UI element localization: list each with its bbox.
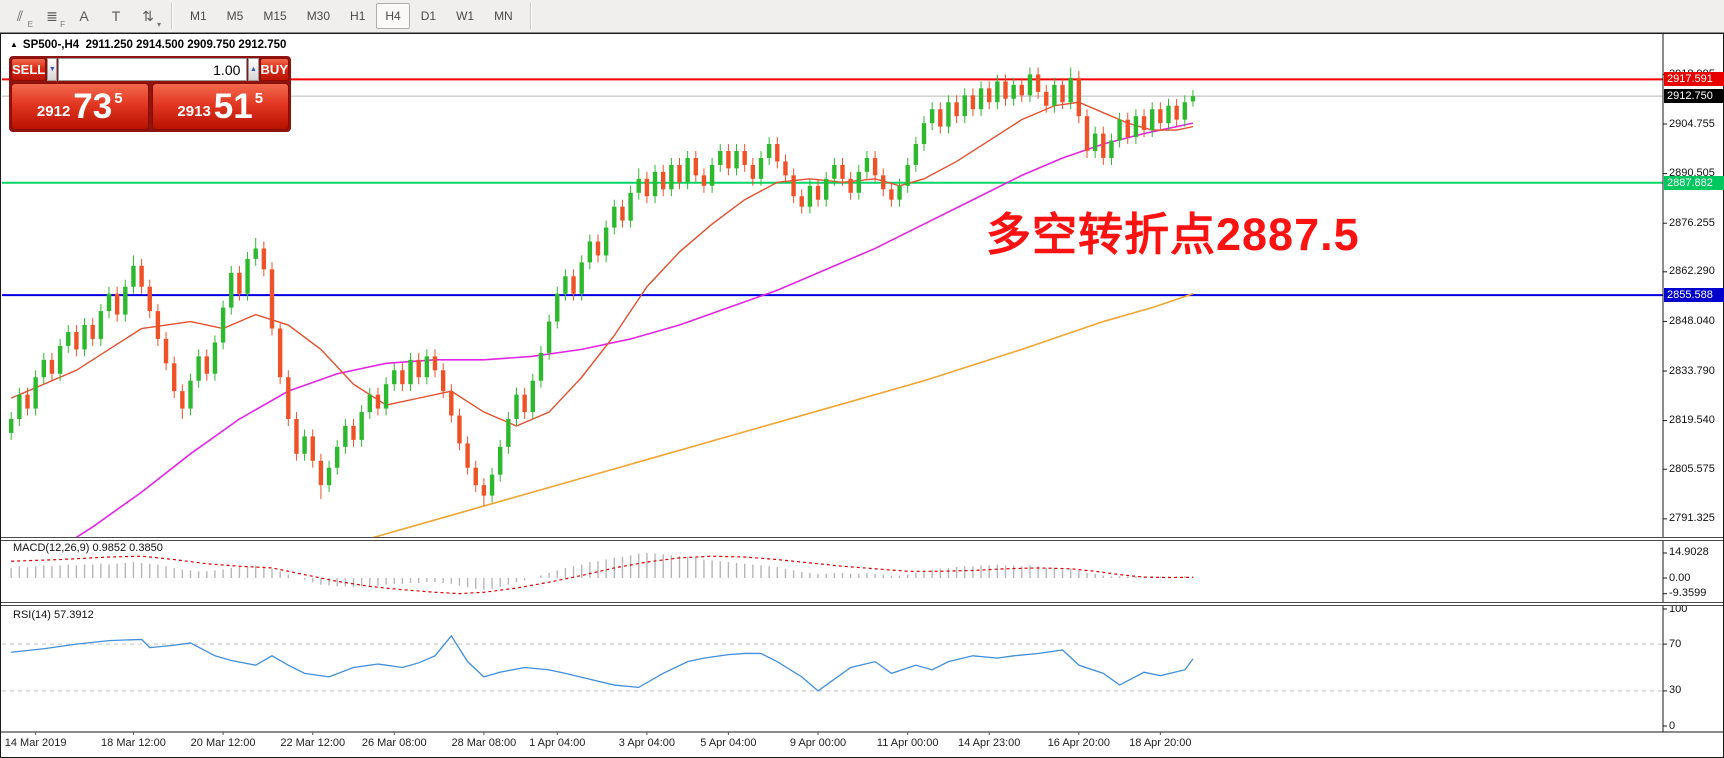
time-axis-label: 18 Mar 12:00 [101,737,166,749]
chart-title: ▲ SP500-,H4 2911.250 2914.500 2909.750 29… [10,39,286,51]
buy-price-button[interactable]: 2913 51 5 [152,83,290,130]
volume-decrease-button[interactable]: ▼ [47,58,57,81]
macd-axis-tick: 14.9028 [1669,546,1709,558]
ohlc-values: 2911.250 2914.500 2909.750 2912.750 [86,39,287,51]
rsi-axis-tick: 70 [1669,638,1681,650]
time-axis-label: 1 Apr 04:00 [529,737,585,749]
toolbar: ⫽E≣FAT⇅▾ M1M5M15M30H1H4D1W1MN [0,0,1724,33]
sell-price-base: 2912 [37,103,70,120]
time-axis-label: 9 Apr 00:00 [790,737,846,749]
sell-price-pip: 5 [114,90,122,107]
drawing-tools-group: ⫽E≣FAT⇅▾ [4,3,164,29]
price-axis-tick: 2876.255 [1669,217,1715,229]
timeframe-button-M1[interactable]: M1 [181,3,216,29]
macd-axis-tick: -9.3599 [1669,587,1706,599]
volume-increase-button[interactable]: ▲ [248,58,258,81]
price-level-badge: 2887.882 [1664,176,1724,190]
time-axis-label: 14 Mar 2019 [5,737,67,749]
time-axis-label: 14 Apr 23:00 [958,737,1020,749]
sell-price-button[interactable]: 2912 73 5 [11,83,149,130]
timeframe-button-M5[interactable]: M5 [218,3,253,29]
price-axis-tick: 2805.575 [1669,463,1715,475]
time-axis-label: 20 Mar 12:00 [191,737,256,749]
time-axis-label: 26 Mar 08:00 [362,737,427,749]
timeframe-button-D1[interactable]: D1 [412,3,445,29]
timeframe-button-W1[interactable]: W1 [447,3,483,29]
macd-label: MACD(12,26,9) 0.9852 0.3850 [13,542,163,554]
timeframe-button-M30[interactable]: M30 [298,3,339,29]
timeframe-button-M15[interactable]: M15 [254,3,295,29]
time-axis-label: 28 Mar 08:00 [451,737,516,749]
time-axis-label: 22 Mar 12:00 [280,737,345,749]
time-axis-label: 5 Apr 04:00 [700,737,756,749]
price-level-badge: 2917.591 [1664,72,1724,86]
rsi-label: RSI(14) 57.3912 [13,609,94,621]
time-axis-label: 16 Apr 20:00 [1048,737,1110,749]
macd-axis-tick: 0.00 [1669,572,1690,584]
text-label-icon[interactable]: T [101,3,131,29]
timeframe-button-MN[interactable]: MN [485,3,522,29]
sell-price-main: 73 [73,88,112,126]
timeframe-group: M1M5M15M30H1H4D1W1MN [180,3,523,29]
time-axis-label: 3 Apr 04:00 [619,737,675,749]
chart-annotation-text: 多空转折点2887.5 [986,198,1360,263]
sell-button[interactable]: SELL [11,58,46,81]
text-icon[interactable]: A [69,3,99,29]
price-level-badge: 2912.750 [1664,89,1724,103]
toolbar-separator [530,3,532,29]
timeframe-button-H1[interactable]: H1 [341,3,374,29]
fibonacci-icon[interactable]: ≣F [37,3,67,29]
time-axis-label: 18 Apr 20:00 [1129,737,1191,749]
chart-canvas [1,34,1723,757]
price-axis-tick: 2904.755 [1669,118,1715,130]
buy-price-main: 51 [214,88,253,126]
chart-window[interactable]: ▲ SP500-,H4 2911.250 2914.500 2909.750 29… [0,33,1724,758]
symbol-period-label: SP500-,H4 [23,39,79,51]
price-axis-tick: 2791.325 [1669,512,1715,524]
buy-button[interactable]: BUY [260,58,289,81]
pane-separator[interactable] [1,537,1723,541]
price-axis-tick: 2862.290 [1669,265,1715,277]
pane-separator[interactable] [1,602,1723,606]
volume-input[interactable] [58,58,247,81]
toolbar-separator [171,3,173,29]
time-axis-label: 11 Apr 00:00 [877,737,939,749]
equidistant-channel-icon[interactable]: ⫽E [5,3,35,29]
price-axis-tick: 2819.540 [1669,414,1715,426]
timeframe-button-H4[interactable]: H4 [376,3,409,29]
price-axis-tick: 2848.040 [1669,315,1715,327]
price-axis-tick: 2833.790 [1669,365,1715,377]
price-level-badge: 2855.588 [1664,288,1724,302]
rsi-axis-tick: 30 [1669,684,1681,696]
rsi-axis-tick: 0 [1669,720,1675,732]
one-click-trade-panel: SELL ▼ ▲ BUY 2912 73 5 2913 51 5 [9,56,291,132]
buy-price-base: 2913 [177,103,210,120]
chart-collapse-icon[interactable]: ▲ [10,40,18,49]
buy-price-pip: 5 [255,90,263,107]
arrows-icon[interactable]: ⇅▾ [133,3,163,29]
